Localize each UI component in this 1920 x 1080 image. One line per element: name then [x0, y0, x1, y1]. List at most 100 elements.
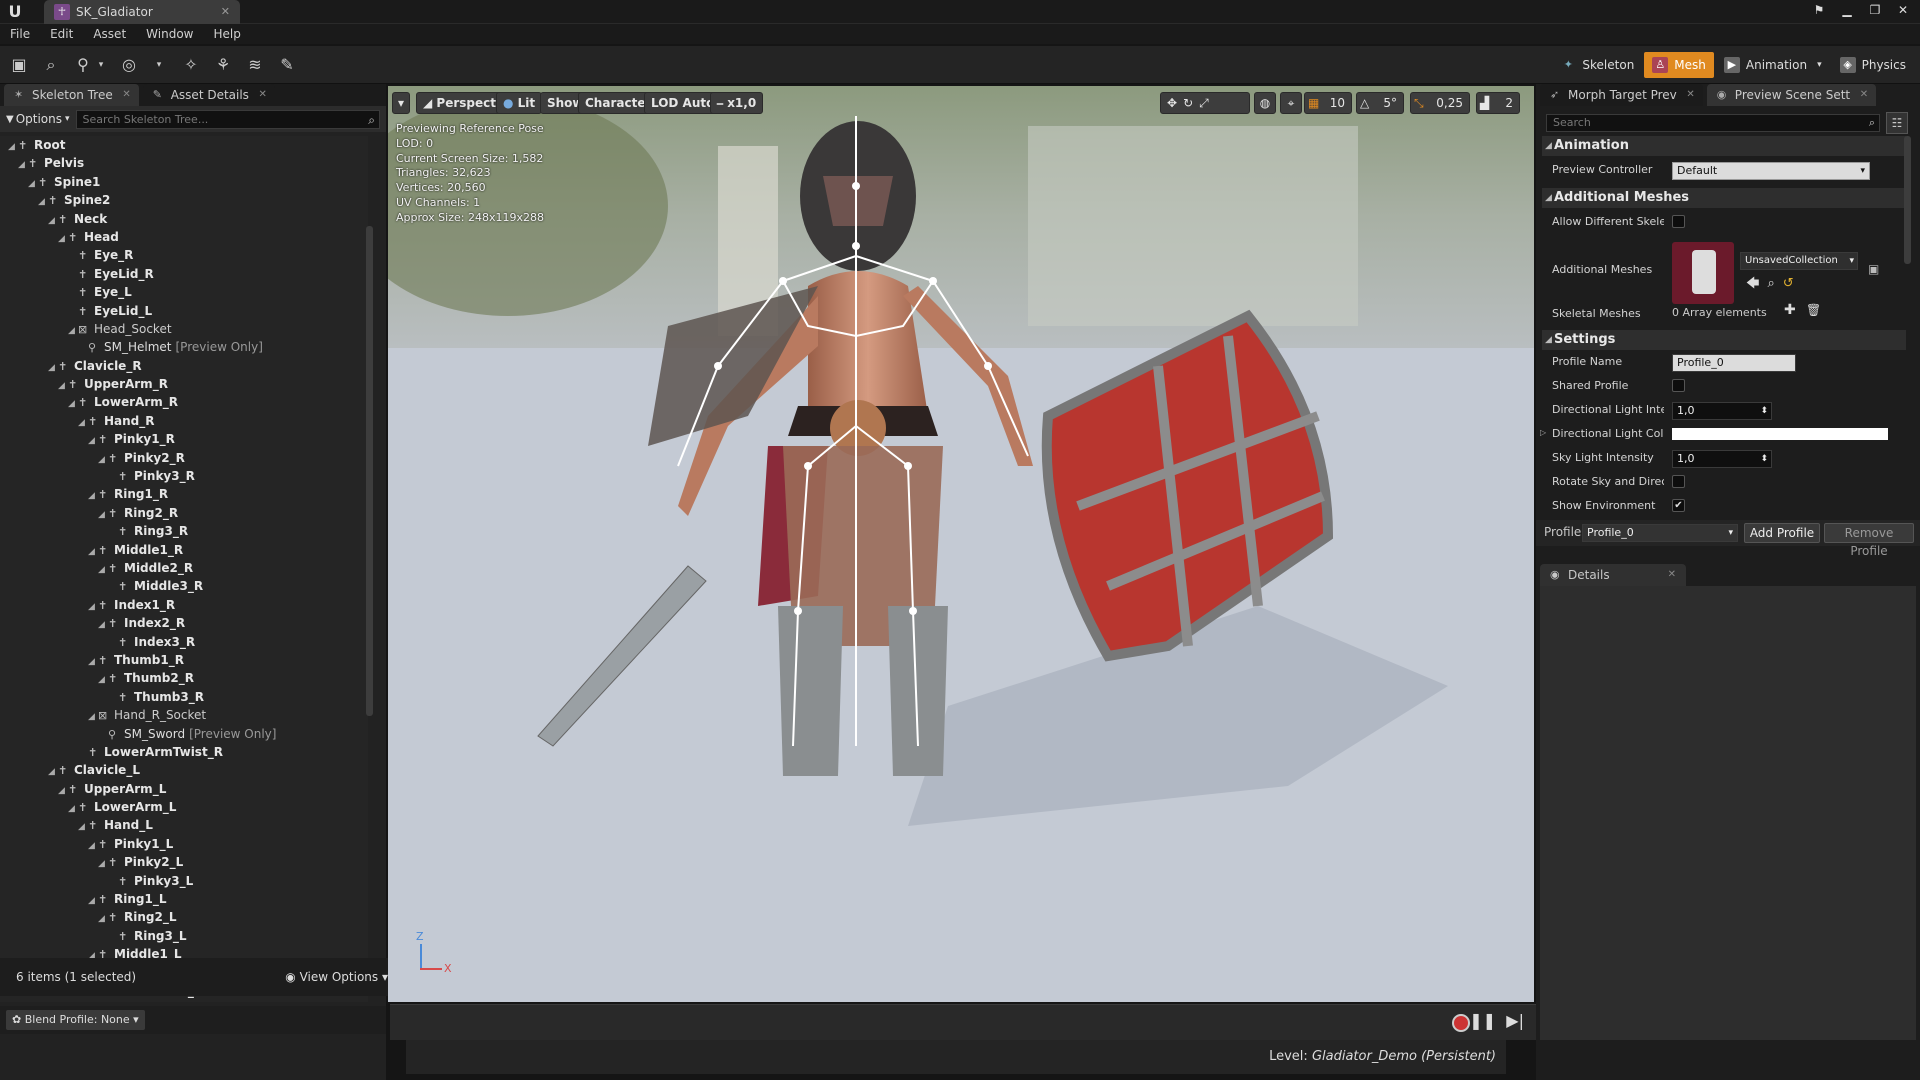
view-options-icon[interactable]: ☷ — [1886, 112, 1908, 134]
menu-window[interactable]: Window — [146, 24, 193, 44]
step-forward-button[interactable]: ▶| — [1506, 1011, 1524, 1030]
preview-asset-row[interactable]: ⚲ SM_Helmet [Preview Only] — [0, 338, 368, 356]
delete-elements-icon[interactable]: 🗑 — [1806, 303, 1821, 317]
directional-light-color-swatch[interactable] — [1672, 428, 1888, 440]
mode-physics[interactable]: ◈ Physics — [1832, 52, 1914, 78]
save-icon[interactable]: ▣ — [8, 54, 30, 76]
pause-button[interactable]: ❚❚ — [1469, 1011, 1496, 1030]
chevron-down-icon[interactable]: ▾ — [148, 54, 170, 76]
close-window-button[interactable]: ✕ — [1892, 2, 1914, 18]
record-button[interactable] — [1452, 1014, 1470, 1032]
bone-row[interactable]: ✝ Pinky3_R — [0, 467, 368, 485]
scale-snap-button[interactable]: ⤡ 0,25 — [1410, 92, 1470, 114]
profile-name-input[interactable]: Profile_0 — [1672, 354, 1796, 372]
menu-file[interactable]: File — [10, 24, 30, 44]
bone-row[interactable]: ◢ ✝ Pelvis — [0, 154, 368, 172]
chevron-down-icon[interactable]: ▾ — [90, 54, 112, 76]
expand-arrow-icon[interactable]: ◢ — [48, 763, 58, 781]
expand-arrow-icon[interactable]: ◢ — [88, 598, 98, 616]
bone-row[interactable]: ✝ LowerArmTwist_R — [0, 743, 368, 761]
collection-select[interactable]: UnsavedCollection ▾ — [1740, 252, 1858, 270]
tab-morph-target-preview[interactable]: ➶ Morph Target Prev ✕ — [1540, 84, 1703, 106]
bone-row[interactable]: ✝ EyeLid_L — [0, 302, 368, 320]
mode-animation[interactable]: ▶ Animation ▾ — [1716, 52, 1830, 78]
rotate-sky-checkbox[interactable] — [1672, 475, 1685, 488]
expand-arrow-icon[interactable]: ◢ — [88, 543, 98, 561]
view-options-button[interactable]: ◉ View Options ▾ — [285, 958, 388, 996]
bone-row[interactable]: ✝ Ring3_L — [0, 927, 368, 945]
unreal-logo-icon[interactable]: U — [4, 1, 26, 23]
bone-row[interactable]: ◢ ✝ Clavicle_L — [0, 761, 368, 779]
expand-arrow-icon[interactable]: ◢ — [88, 653, 98, 671]
camera-speed-button[interactable]: ▟ 2 — [1476, 92, 1520, 114]
tree-scrollbar[interactable] — [366, 226, 373, 716]
expand-arrow-icon[interactable]: ◢ — [68, 800, 78, 818]
expand-arrow-icon[interactable]: ◢ — [68, 395, 78, 413]
grid-snap-button[interactable]: ▦ 10 — [1304, 92, 1352, 114]
source-control-icon[interactable]: ⚑ — [1808, 2, 1830, 18]
expand-arrow-icon[interactable]: ◢ — [88, 837, 98, 855]
bone-row[interactable]: ◢ ✝ UpperArm_L — [0, 780, 368, 798]
bone-row[interactable]: ✝ Eye_R — [0, 246, 368, 264]
mode-mesh[interactable]: ♙ Mesh — [1644, 52, 1714, 78]
maximize-button[interactable]: ❐ — [1864, 2, 1886, 18]
expand-arrow-icon[interactable]: ◢ — [78, 818, 88, 836]
mesh-collection-thumbnail[interactable] — [1672, 242, 1734, 304]
socket-row[interactable]: ◢ ⊠ Hand_R_Socket — [0, 706, 368, 724]
browse-icon[interactable]: ⌕ — [1767, 276, 1782, 291]
profile-select[interactable]: Profile_0 ▾ — [1582, 524, 1738, 542]
expand-arrow-icon[interactable]: ◢ — [38, 193, 48, 211]
expand-arrow-icon[interactable]: ◢ — [88, 708, 98, 726]
expand-arrow-icon[interactable]: ◢ — [58, 230, 68, 248]
expand-arrow-icon[interactable]: ◢ — [98, 506, 108, 524]
expand-arrow-icon[interactable]: ◢ — [98, 910, 108, 928]
close-tab-icon[interactable]: ✕ — [1686, 84, 1694, 106]
layers-icon[interactable]: ≋ — [244, 54, 266, 76]
expand-arrow-icon[interactable]: ◢ — [88, 487, 98, 505]
expand-arrow-icon[interactable]: ◢ — [48, 359, 58, 377]
bone-row[interactable]: ◢ ✝ Middle2_R — [0, 559, 368, 577]
allow-different-skeletons-checkbox[interactable] — [1672, 215, 1685, 228]
bone-row[interactable]: ◢ ✝ LowerArm_R — [0, 393, 368, 411]
bone-row[interactable]: ◢ ✝ Hand_L — [0, 816, 368, 834]
bone-row[interactable]: ◢ ✝ Ring1_R — [0, 485, 368, 503]
bone-row[interactable]: ◢ ✝ Pinky2_L — [0, 853, 368, 871]
expand-arrow-icon[interactable]: ◢ — [98, 451, 108, 469]
expand-arrow-icon[interactable]: ◢ — [88, 892, 98, 910]
expand-arrow-icon[interactable]: ◢ — [58, 782, 68, 800]
paint-brush-icon[interactable]: ✎ — [276, 54, 298, 76]
blend-profile-button[interactable]: ✿ Blend Profile: None ▾ — [6, 1010, 145, 1030]
bone-row[interactable]: ◢ ✝ Pinky1_R — [0, 430, 368, 448]
bone-row[interactable]: ◢ ✝ Ring2_L — [0, 908, 368, 926]
bone-row[interactable]: ◢ ✝ Pinky1_L — [0, 835, 368, 853]
minimize-button[interactable]: ▁ — [1836, 2, 1858, 18]
bone-row[interactable]: ◢ ✝ Spine2 — [0, 191, 368, 209]
bone-row[interactable]: ◢ ✝ Index1_R — [0, 596, 368, 614]
show-environment-checkbox[interactable]: ✔ — [1672, 499, 1685, 512]
tab-asset-details[interactable]: ✎ Asset Details ✕ — [142, 84, 275, 106]
save-icon[interactable]: ▣ — [1868, 262, 1879, 276]
viewport-options-button[interactable]: ▾ — [392, 92, 410, 114]
close-tab-icon[interactable]: ✕ — [1860, 84, 1868, 106]
rotation-snap-button[interactable]: △ 5° — [1356, 92, 1404, 114]
bone-row[interactable]: ◢ ✝ Index2_R — [0, 614, 368, 632]
use-selected-icon[interactable]: 🡄 — [1746, 276, 1767, 291]
socket-row[interactable]: ◢ ⊠ Head_Socket — [0, 320, 368, 338]
expand-arrow-icon[interactable]: ▷ — [1540, 428, 1546, 437]
lit-button[interactable]: ● Lit — [496, 92, 543, 114]
shared-profile-checkbox[interactable] — [1672, 379, 1685, 392]
menu-help[interactable]: Help — [213, 24, 240, 44]
bone-row[interactable]: ◢ ✝ Neck — [0, 210, 368, 228]
browse-icon[interactable]: ⌕ — [40, 54, 62, 76]
expand-arrow-icon[interactable]: ◢ — [98, 855, 108, 873]
bone-row[interactable]: ✝ Eye_L — [0, 283, 368, 301]
chevron-down-icon[interactable]: ▾ — [1817, 60, 1822, 70]
bone-row[interactable]: ◢ ✝ Clavicle_R — [0, 357, 368, 375]
playback-speed-button[interactable]: ⎯ x1,0 — [710, 92, 764, 114]
expand-arrow-icon[interactable]: ◢ — [98, 561, 108, 579]
expand-arrow-icon[interactable]: ◢ — [18, 156, 28, 174]
sky-light-intensity-input[interactable]: 1,0 ⬍ — [1672, 450, 1772, 468]
expand-arrow-icon[interactable]: ◢ — [8, 138, 18, 156]
bone-row[interactable]: ◢ ✝ UpperArm_R — [0, 375, 368, 393]
section-settings[interactable]: ◢ Settings — [1542, 330, 1906, 350]
